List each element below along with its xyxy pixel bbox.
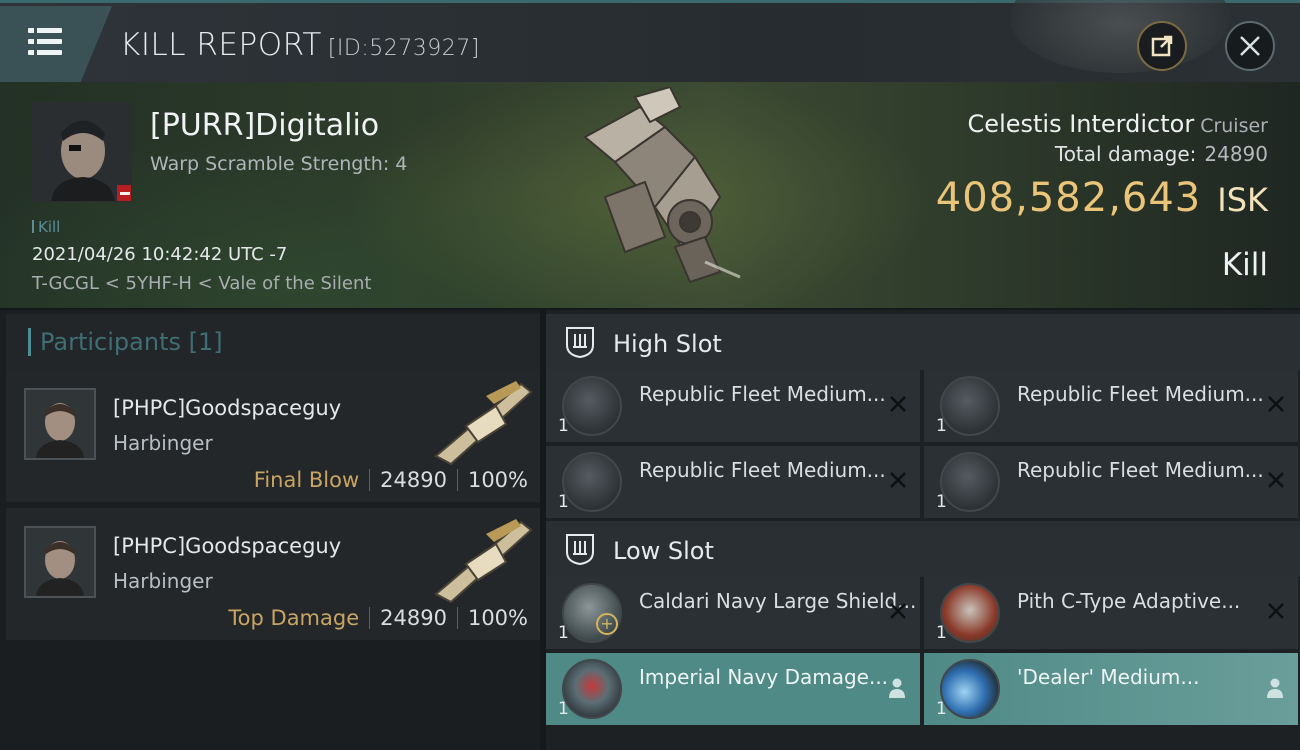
turret-icon: [562, 376, 622, 436]
participants-header: Participants [1]: [6, 314, 540, 370]
participant-avatar: [24, 526, 96, 598]
pilot-portrait-image: [33, 103, 131, 201]
plus-badge-icon: +: [596, 613, 618, 635]
participants-label: Participants: [40, 328, 181, 356]
total-damage-value: 24890: [1204, 142, 1268, 166]
destroyed-icon: [1268, 472, 1284, 488]
destroyed-icon: [890, 396, 906, 412]
module-item[interactable]: 1 Republic Fleet Medium...: [546, 370, 920, 442]
page-title-text: KILL REPORT: [120, 27, 322, 63]
victim-ship-name[interactable]: Celestis Interdictor Cruiser: [968, 110, 1268, 138]
participant-percent: 100%: [467, 468, 528, 492]
module-qty: 1: [558, 623, 569, 643]
victim-name[interactable]: [PURR]Digitalio: [150, 108, 379, 143]
module-item[interactable]: 1 Imperial Navy Damage...: [546, 653, 920, 725]
victim-ship-image: [583, 87, 741, 284]
planet-decoration: [1010, 0, 1230, 73]
victim-portrait[interactable]: [32, 102, 132, 202]
turret-icon: [940, 452, 1000, 512]
module-qty: 1: [936, 699, 947, 719]
module-qty: 1: [936, 623, 947, 643]
participant-role: Top Damage: [228, 606, 360, 630]
participant-name: [PHPC]Goodspaceguy: [113, 396, 342, 420]
module-qty: 1: [558, 416, 569, 436]
page-title: KILL REPORT [ID:5273927]: [120, 27, 480, 63]
participant-stats: Top Damage 24890 100%: [228, 606, 528, 630]
module-name: Republic Fleet Medium...: [639, 458, 886, 482]
participant-role: Final Blow: [253, 468, 360, 492]
participant-card[interactable]: [PHPC]Goodspaceguy Harbinger Top Damage 2…: [6, 508, 540, 640]
participant-percent: 100%: [467, 606, 528, 630]
participant-ship-image: [434, 519, 533, 604]
fitting-panel: High Slot 1 Republic Fleet Medium... 1 R…: [546, 310, 1300, 750]
destroyed-icon: [890, 603, 906, 619]
participant-avatar: [24, 388, 96, 460]
warp-scramble-strength: Warp Scramble Strength: 4: [150, 153, 408, 175]
low-slot-label: Low Slot: [613, 537, 714, 565]
share-button[interactable]: [1137, 21, 1187, 71]
report-id: [ID:5273927]: [327, 36, 480, 61]
kill-tag: Kill: [32, 218, 60, 236]
total-damage: Total damage: 24890: [1054, 142, 1268, 166]
module-item[interactable]: + 1 Caldari Navy Large Shield...: [546, 577, 920, 649]
kill-date: 2021/04/26 10:42:42 UTC -7: [32, 244, 288, 265]
module-qty: 1: [558, 699, 569, 719]
isk-value: 408,582,643 ISK: [935, 175, 1268, 221]
close-icon: [1240, 36, 1260, 56]
ammo-icon: [940, 659, 1000, 719]
share-icon: [1151, 35, 1173, 57]
participant-damage: 24890: [380, 606, 447, 630]
turret-icon: [940, 376, 1000, 436]
module-item[interactable]: 1 Republic Fleet Medium...: [546, 446, 920, 518]
module-qty: 1: [936, 492, 947, 512]
kill-result-label: Kill: [1221, 247, 1268, 283]
low-slot-header: Low Slot: [546, 521, 1300, 577]
close-button[interactable]: [1225, 21, 1275, 71]
module-item[interactable]: 1 Republic Fleet Medium...: [924, 370, 1298, 442]
high-slot-icon: [566, 327, 594, 359]
module-item[interactable]: 1 'Dealer' Medium...: [924, 653, 1298, 725]
participant-damage: 24890: [380, 468, 447, 492]
module-name: 'Dealer' Medium...: [1017, 665, 1200, 689]
participant-stats: Final Blow 24890 100%: [254, 468, 528, 492]
module-name: Republic Fleet Medium...: [1017, 382, 1264, 406]
ship-class: Cruiser: [1200, 115, 1268, 137]
turret-icon: [562, 452, 622, 512]
dropped-person-icon: [1267, 678, 1283, 698]
destroyed-icon: [1268, 396, 1284, 412]
participant-name: [PHPC]Goodspaceguy: [113, 534, 342, 558]
participant-card[interactable]: [PHPC]Goodspaceguy Harbinger Final Blow 2…: [6, 370, 540, 502]
module-name: Republic Fleet Medium...: [639, 382, 886, 406]
module-name: Imperial Navy Damage...: [639, 665, 889, 689]
module-qty: 1: [936, 416, 947, 436]
destroyed-icon: [1268, 603, 1284, 619]
header-bar: KILL REPORT [ID:5273927]: [0, 0, 1300, 82]
module-qty: 1: [558, 492, 569, 512]
kill-location: T-GCGL < 5YHF-H < Vale of the Silent: [32, 273, 372, 294]
shield-hardener-icon: [940, 583, 1000, 643]
module-name: Caldari Navy Large Shield...: [639, 589, 917, 613]
dropped-person-icon: [889, 678, 905, 698]
high-slot-header: High Slot: [546, 314, 1300, 370]
participant-ship-image: [434, 381, 533, 466]
victim-summary: [PURR]Digitalio Warp Scramble Strength: …: [0, 82, 1300, 308]
participant-ship: Harbinger: [113, 431, 213, 455]
menu-button[interactable]: [0, 6, 112, 82]
module-item[interactable]: 1 Pith C-Type Adaptive...: [924, 577, 1298, 649]
destroyed-icon: [890, 472, 906, 488]
high-slot-label: High Slot: [613, 330, 722, 358]
module-item[interactable]: 1 Republic Fleet Medium...: [924, 446, 1298, 518]
participants-panel: Participants [1] [PHPC]Goodspaceguy Harb…: [0, 310, 540, 750]
module-name: Republic Fleet Medium...: [1017, 458, 1264, 482]
participant-ship: Harbinger: [113, 569, 213, 593]
shield-module-icon: [562, 583, 622, 643]
low-slot-icon: [566, 534, 594, 566]
participants-count: [1]: [188, 328, 223, 356]
module-name: Pith C-Type Adaptive...: [1017, 589, 1241, 613]
damage-control-icon: [562, 659, 622, 719]
